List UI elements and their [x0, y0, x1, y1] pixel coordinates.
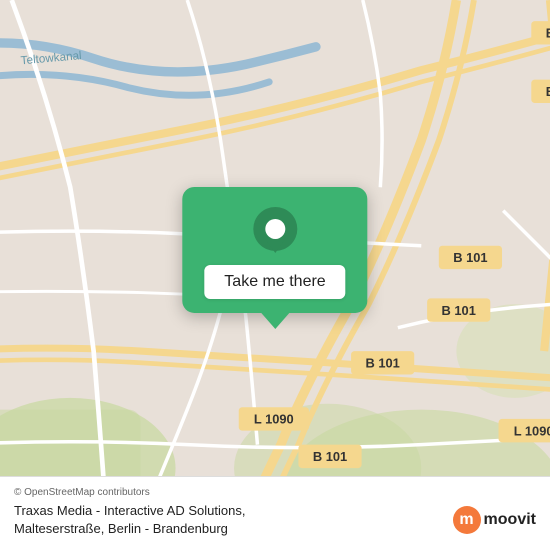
svg-text:B 101: B 101	[365, 355, 399, 370]
popup-green-box: Take me there	[182, 187, 367, 313]
svg-text:B 101: B 101	[442, 303, 476, 318]
info-bar: © OpenStreetMap contributors Traxas Medi…	[0, 476, 550, 550]
location-pin-icon	[250, 205, 300, 261]
copyright-text: © OpenStreetMap contributors	[14, 487, 536, 498]
svg-text:L 1090: L 1090	[514, 423, 550, 438]
svg-text:L 1090: L 1090	[254, 412, 294, 427]
take-me-there-button[interactable]: Take me there	[204, 265, 345, 299]
location-info: Traxas Media - Interactive AD Solutions,…	[14, 502, 536, 538]
svg-text:B 96: B 96	[546, 25, 550, 40]
location-line2: Malteserstraße, Berlin - Brandenburg	[14, 521, 228, 536]
svg-text:B 101: B 101	[453, 250, 487, 265]
moovit-logo: m moovit	[453, 506, 536, 534]
map-container: B 96 B 96 B 101 B 101 B 101 B 101 B 101 …	[0, 0, 550, 550]
svg-text:B 96: B 96	[546, 84, 550, 99]
moovit-m-icon: m	[453, 506, 481, 534]
location-line1: Traxas Media - Interactive AD Solutions,	[14, 503, 245, 518]
moovit-brand-text: moovit	[484, 511, 536, 529]
location-text: Traxas Media - Interactive AD Solutions,…	[14, 502, 245, 538]
svg-text:B 101: B 101	[313, 449, 347, 464]
popup-triangle	[261, 313, 289, 329]
popup-card: Take me there	[182, 187, 367, 329]
